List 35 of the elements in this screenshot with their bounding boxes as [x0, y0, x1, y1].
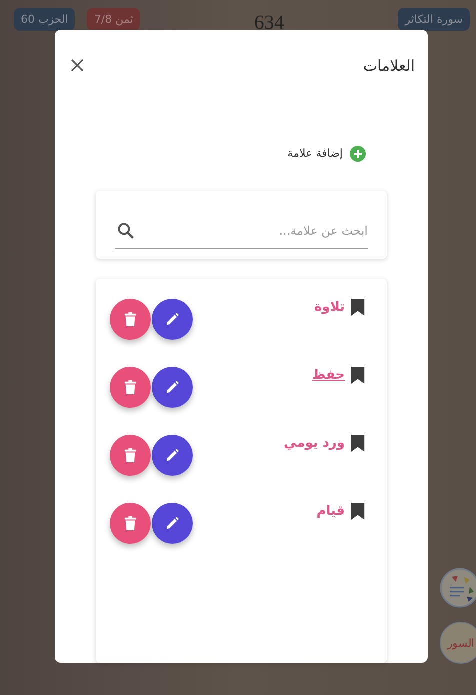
delete-button[interactable]	[110, 502, 151, 544]
pencil-icon	[165, 516, 180, 531]
eighth-label[interactable]: ثمن 7/8	[87, 8, 140, 30]
search-field[interactable]: ابحث عن علامة...	[115, 214, 368, 249]
edit-button[interactable]	[152, 434, 193, 476]
dialog-title: العلامات	[363, 56, 415, 75]
bookmark-name[interactable]: ورد يومي	[284, 436, 345, 451]
hizb-label[interactable]: الحزب 60	[14, 8, 76, 30]
page-number: 634	[254, 12, 284, 34]
bookmark-name[interactable]: حفظ	[312, 368, 345, 383]
bookmark-icon	[351, 434, 365, 452]
trash-icon	[123, 448, 138, 463]
close-icon[interactable]	[71, 59, 84, 72]
delete-button[interactable]	[110, 434, 151, 476]
edit-button[interactable]	[152, 298, 193, 340]
bookmark-icon	[351, 502, 365, 520]
surahs-button[interactable]: السور	[440, 622, 476, 664]
bookmark-name[interactable]: قيام	[316, 504, 345, 519]
pencil-icon	[165, 380, 180, 395]
bookmark-name[interactable]: تلاوة	[314, 300, 345, 315]
add-bookmark-link[interactable]: إضافة علامة	[288, 147, 343, 160]
delete-button[interactable]	[110, 366, 151, 408]
plus-icon[interactable]	[350, 146, 366, 162]
bookmark-icon	[351, 366, 365, 384]
trash-icon	[123, 516, 138, 531]
trash-icon	[123, 380, 138, 395]
edit-button[interactable]	[152, 502, 193, 544]
edit-button[interactable]	[152, 366, 193, 408]
pencil-icon	[165, 448, 180, 463]
surah-label[interactable]: سورة التكاثر	[398, 8, 470, 30]
search-icon[interactable]	[117, 222, 135, 240]
delete-button[interactable]	[110, 298, 151, 340]
trash-icon	[123, 312, 138, 327]
bookmark-icon	[351, 298, 365, 316]
pencil-icon	[165, 312, 180, 327]
